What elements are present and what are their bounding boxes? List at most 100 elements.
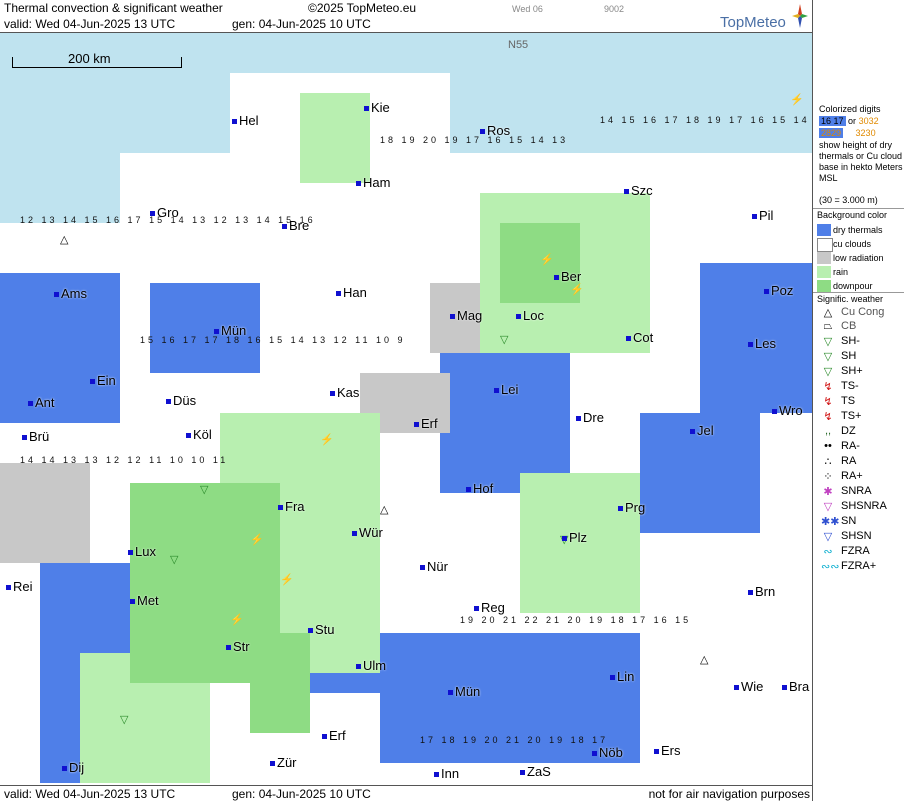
thunderstorm-icon: ⚡ xyxy=(320,434,334,446)
city-label: Ein xyxy=(90,373,116,388)
ts-icon: ↯ xyxy=(823,396,833,408)
scale-label: 200 km xyxy=(68,51,111,66)
example-cu: 3032 xyxy=(858,116,879,126)
city-label: Wür xyxy=(352,525,383,540)
legend-divider xyxy=(813,208,904,209)
legend-ts-plus: TS+ xyxy=(841,410,862,422)
city-label: Zür xyxy=(270,755,297,770)
legend-cb: CB xyxy=(841,320,857,332)
thermal-digits-row: 19 20 21 22 21 20 19 18 17 16 15 xyxy=(460,615,692,625)
map-title: Thermal convection & significant weather xyxy=(4,1,223,15)
city-label: Str xyxy=(226,639,250,654)
legend-ra: RA xyxy=(841,455,857,467)
example-dry: 16 17 xyxy=(819,116,846,126)
legend-sn: SN xyxy=(841,515,857,527)
colorized-example-row-2: 2829 3230 xyxy=(819,128,903,139)
legend-sh: SH xyxy=(841,350,857,362)
city-label: Bre xyxy=(282,218,309,233)
rain-icon: ∴ xyxy=(824,456,832,468)
legend-fzra-plus: FZRA+ xyxy=(841,560,877,572)
city-label: Lin xyxy=(610,669,634,684)
city-label: Loc xyxy=(516,308,544,323)
city-label: Met xyxy=(130,593,159,608)
city-label: Prg xyxy=(618,500,645,515)
freezing-rain-icon: ∾ xyxy=(823,546,833,558)
snow-rain-icon: ✱ xyxy=(823,486,833,498)
weekday-small: Wed 06 xyxy=(512,4,543,14)
thermal-digits-row: 15 16 17 17 18 16 15 14 13 12 11 10 9 xyxy=(140,335,406,345)
city-label: Brn xyxy=(748,584,775,599)
thunderstorm-icon: ⚡ xyxy=(280,574,294,586)
legend-sh-plus: SH+ xyxy=(841,365,863,377)
legend-divider xyxy=(813,292,904,293)
city-label: Mün xyxy=(448,684,480,699)
city-label: Cot xyxy=(626,330,653,345)
legend-ra-minus: RA- xyxy=(841,440,860,452)
city-label: Inn xyxy=(434,766,459,781)
legend-shsn: SHSN xyxy=(841,530,872,542)
cb-icon: ⏢ xyxy=(823,320,833,332)
swatch-low-radiation xyxy=(817,252,831,264)
city-label: Erf xyxy=(414,416,438,431)
city-label: Bra xyxy=(782,679,809,694)
label-cu-clouds: cu clouds xyxy=(833,239,872,249)
label-dry-thermals: dry thermals xyxy=(833,225,883,235)
weather-title: Signific. weather xyxy=(817,294,884,304)
city-label: Erf xyxy=(322,728,346,743)
city-label: Reg xyxy=(474,600,505,615)
city-label: Wie xyxy=(734,679,763,694)
example-or: or xyxy=(848,116,857,126)
cumulus-congestus-icon: △ xyxy=(380,504,389,516)
colorized-title: Colorized digits xyxy=(819,104,881,114)
city-label: Mün xyxy=(214,323,246,338)
city-label: Fra xyxy=(278,499,305,514)
latitude-label: N55 xyxy=(508,39,529,51)
thunderstorm-icon: ⚡ xyxy=(250,534,264,546)
legend-ra-plus: RA+ xyxy=(841,470,863,482)
drizzle-icon: ,, xyxy=(824,425,832,437)
cu-cong-icon: △ xyxy=(823,307,833,319)
city-label: Gro xyxy=(150,205,179,220)
swatch-dry-thermals xyxy=(817,224,831,236)
topmeteo-logo: TopMeteo xyxy=(720,14,786,31)
label-downpour: downpour xyxy=(833,281,873,291)
cumulus-congestus-icon: △ xyxy=(60,234,69,246)
thermal-digits-row: 18 19 20 19 17 16 15 14 13 xyxy=(380,135,569,145)
city-label: Ers xyxy=(654,743,681,758)
thunderstorm-icon: ⚡ xyxy=(570,284,584,296)
weather-map[interactable]: 12 13 14 15 16 17 15 14 13 12 13 14 15 1… xyxy=(0,33,812,785)
city-label: Lei xyxy=(494,382,518,397)
city-label: Hof xyxy=(466,481,493,496)
valid-time: valid: Wed 04-Jun-2025 13 UTC xyxy=(4,17,176,31)
city-label: Poz xyxy=(764,283,793,298)
sh-plus-icon: ▽ xyxy=(823,366,833,378)
city-label: Nür xyxy=(420,559,448,574)
legend-ts: TS xyxy=(841,395,856,407)
city-label: ZaS xyxy=(520,764,551,779)
shower-snow-icon: ▽ xyxy=(823,531,833,543)
footer-valid-time: valid: Wed 04-Jun-2025 13 UTC xyxy=(4,787,176,801)
shower-icon: ▽ xyxy=(170,554,179,566)
city-label: Lux xyxy=(128,544,156,559)
city-label: Pil xyxy=(752,208,773,223)
shower-icon: ▽ xyxy=(120,714,129,726)
swatch-cu-clouds xyxy=(817,238,833,252)
city-label: Ber xyxy=(554,269,581,284)
thunderstorm-icon: ⚡ xyxy=(230,614,244,626)
city-label: Jel xyxy=(690,423,714,438)
ts-plus-icon: ↯ xyxy=(823,411,833,423)
footer-generated-time: gen: 04-Jun-2025 10 UTC xyxy=(232,787,371,801)
generated-time: gen: 04-Jun-2025 10 UTC xyxy=(232,17,371,31)
colorized-desc: show height of dry thermals or Cu cloud … xyxy=(819,140,903,183)
sh-icon: ▽ xyxy=(823,351,833,363)
low-radiation-region xyxy=(0,463,90,563)
city-label: Nöb xyxy=(592,745,623,760)
label-rain: rain xyxy=(833,267,849,277)
compass-icon xyxy=(792,4,808,28)
city-label: Köl xyxy=(186,427,212,442)
legend-cu-cong: Cu Cong xyxy=(841,306,885,318)
colorized-note: (30 = 3.000 m) xyxy=(819,195,878,205)
downpour-region xyxy=(250,633,310,733)
legend-panel: Colorized digits 16 17 or 3032 2829 3230… xyxy=(812,0,904,801)
city-label: Rei xyxy=(6,579,33,594)
